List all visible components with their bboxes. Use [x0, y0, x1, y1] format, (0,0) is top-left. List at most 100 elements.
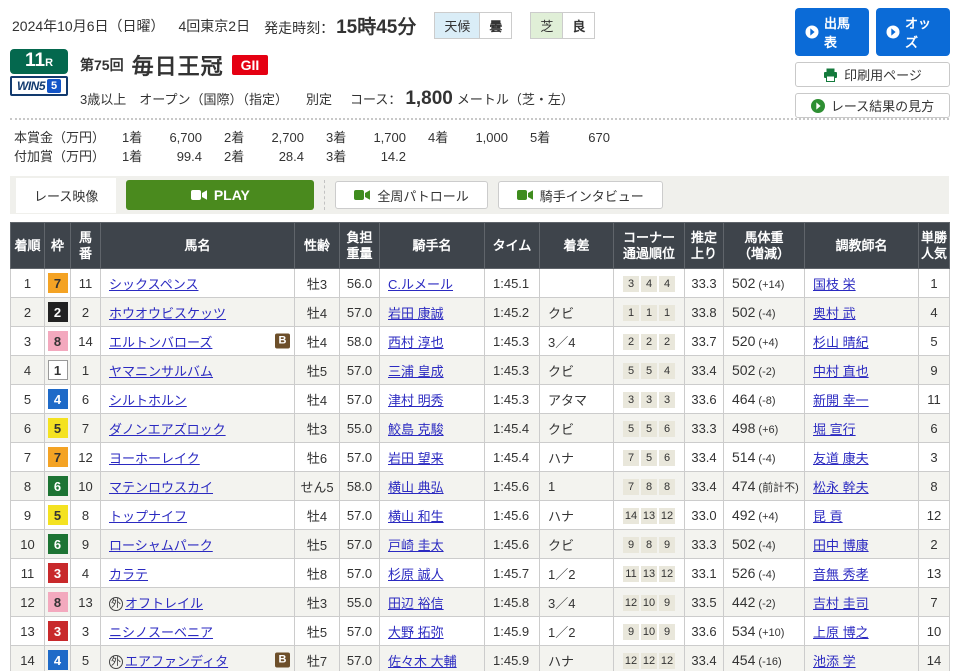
- rank-cell: 5: [11, 385, 45, 414]
- patrol-video-button[interactable]: 全周パトロール: [335, 181, 487, 209]
- corner-order-cell: 141312: [614, 501, 685, 530]
- jockey-link[interactable]: 三浦 皇成: [388, 364, 444, 379]
- prize-pair: 2着2,700: [224, 128, 304, 147]
- body-weight-cell: 526 (-4): [724, 559, 805, 588]
- result-guide-button[interactable]: レース結果の見方: [795, 93, 950, 118]
- jockey-link[interactable]: 戸崎 圭太: [388, 538, 444, 553]
- jockey-link[interactable]: 佐々木 大輔: [388, 654, 457, 669]
- column-header: 枠: [45, 223, 71, 269]
- printer-icon: [823, 68, 838, 82]
- margin-cell: 1: [540, 472, 614, 501]
- corner-position: 12: [623, 653, 639, 669]
- horse-number-cell: 13: [71, 588, 101, 617]
- jockey-link[interactable]: 横山 和生: [388, 509, 444, 524]
- trainer-cell: 田中 博康: [805, 530, 919, 559]
- horse-name-link[interactable]: マテンロウスカイ: [109, 480, 213, 495]
- trainer-cell: 友道 康夫: [805, 443, 919, 472]
- print-page-button[interactable]: 印刷用ページ: [795, 62, 950, 87]
- prize-pair: 5着670: [530, 128, 610, 147]
- horse-name-link[interactable]: ローシャムパーク: [109, 538, 213, 553]
- trainer-link[interactable]: 堀 宣行: [813, 422, 856, 437]
- trainer-link[interactable]: 松永 幹夫: [813, 480, 869, 495]
- jockey-link[interactable]: C.ルメール: [388, 277, 453, 292]
- horse-name-link[interactable]: ニシノスーベニア: [109, 625, 213, 640]
- jockey-link[interactable]: 大野 拓弥: [388, 625, 444, 640]
- last-3f-cell: 33.3: [685, 414, 724, 443]
- horse-name-link[interactable]: ダノンエアズロック: [109, 422, 226, 437]
- jockey-link[interactable]: 西村 淳也: [388, 335, 444, 350]
- rank-cell: 12: [11, 588, 45, 617]
- frame-number-badge: 3: [48, 563, 68, 583]
- trainer-link[interactable]: 池添 学: [813, 654, 856, 669]
- circle-arrow-icon: [886, 25, 900, 39]
- body-weight-cell: 514 (-4): [724, 443, 805, 472]
- horse-name-cell: シルトホルン: [101, 385, 295, 414]
- corner-order-cell: 9109: [614, 617, 685, 646]
- frame-number-badge: 5: [48, 505, 68, 525]
- horse-name-link[interactable]: エルトンバローズ: [109, 335, 212, 350]
- foreign-bred-icon: 外: [109, 655, 123, 669]
- odds-button[interactable]: オッズ: [876, 8, 950, 56]
- horse-name-link[interactable]: カラテ: [109, 567, 148, 582]
- jockey-link[interactable]: 岩田 望来: [388, 451, 444, 466]
- horse-name-cell: ダノンエアズロック: [101, 414, 295, 443]
- jockey-interview-button[interactable]: 騎手インタビュー: [498, 181, 663, 209]
- column-header: 性齢: [295, 223, 340, 269]
- jockey-link[interactable]: 横山 典弘: [388, 480, 444, 495]
- corner-position: 3: [659, 392, 675, 408]
- trainer-link[interactable]: 奥村 武: [813, 306, 856, 321]
- divider: [324, 180, 325, 210]
- jockey-link[interactable]: 鮫島 克駿: [388, 422, 444, 437]
- horse-name-link[interactable]: シックスペンス: [109, 277, 198, 292]
- corner-order-cell: 788: [614, 472, 685, 501]
- sex-age-cell: 牡4: [295, 501, 340, 530]
- horse-name-link[interactable]: シルトホルン: [109, 393, 187, 408]
- horse-name-link[interactable]: エアファンディタ: [125, 654, 228, 669]
- jockey-link[interactable]: 津村 明秀: [388, 393, 444, 408]
- horse-name-link[interactable]: ヨーホーレイク: [109, 451, 200, 466]
- main-prize-values: 1着6,7002着2,7003着1,7004着1,0005着670: [122, 128, 610, 147]
- trainer-link[interactable]: 友道 康夫: [813, 451, 869, 466]
- corner-position: 8: [641, 479, 657, 495]
- body-weight: 492: [732, 507, 755, 523]
- foreign-bred-icon: 外: [109, 597, 123, 611]
- trainer-cell: 杉山 晴紀: [805, 327, 919, 356]
- frame-number-badge: 6: [48, 476, 68, 496]
- trainer-link[interactable]: 国枝 栄: [813, 277, 856, 292]
- win-favorite-cell: 11: [919, 385, 950, 414]
- time-cell: 1:45.6: [485, 530, 540, 559]
- time-cell: 1:45.4: [485, 414, 540, 443]
- jockey-link[interactable]: 杉原 誠人: [388, 567, 444, 582]
- rank-cell: 11: [11, 559, 45, 588]
- trainer-link[interactable]: 田中 博康: [813, 538, 869, 553]
- horse-name-cell: シックスペンス: [101, 269, 295, 298]
- corner-position: 5: [623, 421, 639, 437]
- print-page-button-label: 印刷用ページ: [844, 65, 922, 84]
- corner-position: 6: [659, 450, 675, 466]
- corner-order-cell: 12109: [614, 588, 685, 617]
- horse-name-link[interactable]: ヤマニンサルバム: [109, 364, 213, 379]
- horse-name-link[interactable]: ホウオウビスケッツ: [109, 306, 226, 321]
- trainer-link[interactable]: 中村 直也: [813, 364, 869, 379]
- last-3f-cell: 33.4: [685, 356, 724, 385]
- trainer-link[interactable]: 吉村 圭司: [813, 596, 869, 611]
- horse-name-link[interactable]: オフトレイル: [125, 596, 203, 611]
- play-button[interactable]: PLAY: [126, 180, 314, 210]
- trainer-link[interactable]: 音無 秀孝: [813, 567, 869, 582]
- trainer-link[interactable]: 上原 博之: [813, 625, 869, 640]
- body-weight-cell: 464 (-8): [724, 385, 805, 414]
- racecard-button[interactable]: 出馬表: [795, 8, 869, 56]
- jockey-link[interactable]: 岩田 康誠: [388, 306, 444, 321]
- weather-value: 曇: [479, 13, 511, 38]
- trainer-link[interactable]: 昆 貢: [813, 509, 843, 524]
- jockey-link[interactable]: 田辺 裕信: [388, 596, 444, 611]
- trainer-link[interactable]: 新開 幸一: [813, 393, 869, 408]
- margin-cell: クビ: [540, 356, 614, 385]
- body-weight-diff: (+10): [755, 627, 784, 639]
- prize-value: 2,700: [258, 128, 304, 147]
- prize-pair: 3着1,700: [326, 128, 406, 147]
- trainer-link[interactable]: 杉山 晴紀: [813, 335, 869, 350]
- time-cell: 1:45.4: [485, 443, 540, 472]
- horse-name-link[interactable]: トップナイフ: [109, 509, 187, 524]
- turf-condition-value: 良: [562, 13, 594, 38]
